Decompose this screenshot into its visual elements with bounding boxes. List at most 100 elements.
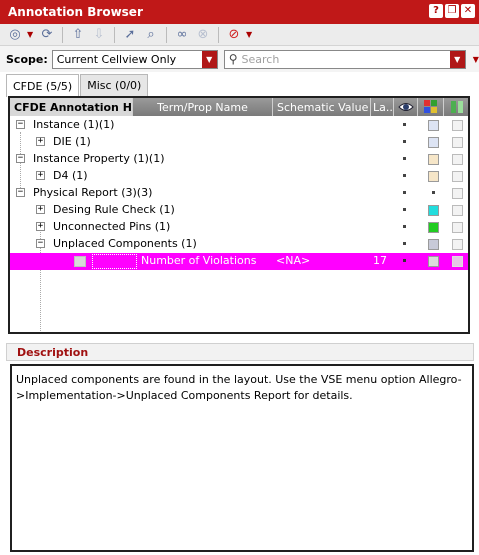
chevron-down-icon[interactable]: ▼ [246, 30, 254, 39]
search-input[interactable]: ⚲ Search ▼ [223, 49, 466, 69]
visible-dot[interactable] [403, 140, 406, 143]
chevron-down-icon[interactable]: ▼ [449, 50, 465, 68]
arrow-down-icon[interactable]: ⇩ [90, 26, 108, 44]
color-swatch[interactable] [428, 256, 439, 267]
float-button[interactable]: ❐ [445, 4, 459, 18]
visible-dot[interactable] [403, 123, 406, 126]
collapse-icon[interactable]: − [36, 239, 45, 248]
layer-value: 17 [373, 254, 387, 267]
search-placeholder: Search [241, 52, 280, 66]
row-checkbox[interactable] [452, 239, 463, 250]
tree-row[interactable]: + Unconnected Pins (1) [10, 219, 468, 236]
visible-dot[interactable] [403, 191, 406, 194]
row-checkbox[interactable] [452, 205, 463, 216]
column-header-value[interactable]: Schematic Value [273, 98, 371, 116]
tree-row-label: Instance (1)(1) [33, 118, 115, 131]
toolbar-divider [166, 26, 167, 43]
tree-row[interactable]: + Desing Rule Check (1) [10, 202, 468, 219]
color-swatch[interactable] [428, 120, 439, 131]
row-checkbox[interactable] [452, 137, 463, 148]
description-title: Description [17, 346, 89, 359]
stop-icon[interactable]: ⊘ [225, 26, 243, 44]
column-header-layer[interactable]: La... [371, 98, 394, 116]
target-icon[interactable]: ◎ [6, 26, 24, 44]
scope-value: Current Cellview Only [56, 52, 177, 66]
selection-focus-box [92, 254, 137, 269]
color-swatch[interactable] [428, 222, 439, 233]
collapse-icon[interactable]: − [16, 120, 25, 129]
tree-row[interactable]: − Instance (1)(1) [10, 117, 468, 134]
column-header-term[interactable]: Term/Prop Name [133, 98, 273, 116]
visible-dot[interactable] [403, 259, 406, 262]
tab-misc[interactable]: Misc (0/0) [80, 74, 149, 96]
toolbar: ◎ ▼ ⟳ ⇧ ⇩ ➚ ⌕ ∞ ⊗ ⊘ ▼ [0, 24, 479, 46]
tree-row-label: Physical Report (3)(3) [33, 186, 153, 199]
color-dot[interactable] [432, 191, 435, 194]
window-titlebar: Annotation Browser ? ❐ ✕ [0, 0, 479, 24]
tree-row-selected[interactable]: Number of Violations <NA> 17 [10, 253, 468, 270]
visible-dot[interactable] [403, 242, 406, 245]
color-swatch[interactable] [428, 205, 439, 216]
visible-dot[interactable] [403, 208, 406, 211]
tree-row-label: Unplaced Components (1) [53, 237, 197, 250]
schematic-value: <NA> [276, 254, 311, 267]
close-button[interactable]: ✕ [461, 4, 475, 18]
scope-label: Scope: [6, 52, 48, 66]
scope-select[interactable]: Current Cellview Only ▼ [51, 49, 218, 69]
expand-icon[interactable]: + [36, 205, 45, 214]
visible-dot[interactable] [403, 225, 406, 228]
description-header: Description [6, 343, 474, 361]
window-title: Annotation Browser [8, 5, 143, 19]
toolbar-divider [62, 26, 63, 43]
unlink-icon[interactable]: ⊗ [194, 26, 212, 44]
expand-icon[interactable]: + [36, 137, 45, 146]
visible-dot[interactable] [403, 174, 406, 177]
collapse-icon[interactable]: − [16, 154, 25, 163]
visible-dot[interactable] [403, 157, 406, 160]
color-swatch[interactable] [428, 154, 439, 165]
link-icon[interactable]: ∞ [173, 26, 191, 44]
color-swatch[interactable] [428, 239, 439, 250]
tab-cfde[interactable]: CFDE (5/5) [6, 74, 80, 97]
tree-row[interactable]: − Physical Report (3)(3) [10, 185, 468, 202]
collapse-icon[interactable]: − [16, 188, 25, 197]
row-checkbox[interactable] [452, 222, 463, 233]
tree-row[interactable]: + D4 (1) [10, 168, 468, 185]
tree-row-label: DIE (1) [53, 135, 91, 148]
toolbar-divider [218, 26, 219, 43]
leaf-node-icon [74, 256, 86, 267]
help-button[interactable]: ? [429, 4, 443, 18]
tree-row[interactable]: + DIE (1) [10, 134, 468, 151]
refresh-icon[interactable]: ⟳ [38, 26, 56, 44]
row-checkbox[interactable] [452, 171, 463, 182]
toolbar-divider [114, 26, 115, 43]
column-header-visibility[interactable] [394, 98, 418, 116]
row-checkbox[interactable] [452, 154, 463, 165]
expand-icon[interactable]: + [36, 222, 45, 231]
search-options-icon[interactable]: ▼ [473, 55, 479, 64]
description-text: Unplaced components are found in the lay… [10, 364, 474, 552]
column-header-hierarchy[interactable]: CFDE Annotation Hier... [10, 98, 133, 116]
annotation-tree-table[interactable]: CFDE Annotation Hier... Term/Prop Name S… [8, 96, 470, 334]
row-checkbox[interactable] [452, 256, 463, 267]
expand-icon[interactable]: + [36, 171, 45, 180]
tree-row-label: Desing Rule Check (1) [53, 203, 175, 216]
color-swatch[interactable] [428, 171, 439, 182]
row-checkbox[interactable] [452, 120, 463, 131]
tree-row-label: Instance Property (1)(1) [33, 152, 165, 165]
column-header-flag[interactable] [444, 98, 468, 116]
chevron-down-icon[interactable]: ▼ [27, 30, 35, 39]
term-name: Number of Violations [141, 254, 257, 267]
tree-row[interactable]: − Instance Property (1)(1) [10, 151, 468, 168]
column-header-color[interactable] [418, 98, 444, 116]
select-cursor-icon[interactable]: ➚ [121, 26, 139, 44]
color-swatch[interactable] [428, 137, 439, 148]
zoom-icon[interactable]: ⌕ [142, 26, 160, 44]
palette-icon [424, 100, 437, 113]
chevron-down-icon[interactable]: ▼ [201, 50, 217, 68]
tree-row[interactable]: − Unplaced Components (1) [10, 236, 468, 253]
table-header: CFDE Annotation Hier... Term/Prop Name S… [10, 98, 468, 116]
row-checkbox[interactable] [452, 188, 463, 199]
tree-row-label: D4 (1) [53, 169, 88, 182]
arrow-up-icon[interactable]: ⇧ [69, 26, 87, 44]
